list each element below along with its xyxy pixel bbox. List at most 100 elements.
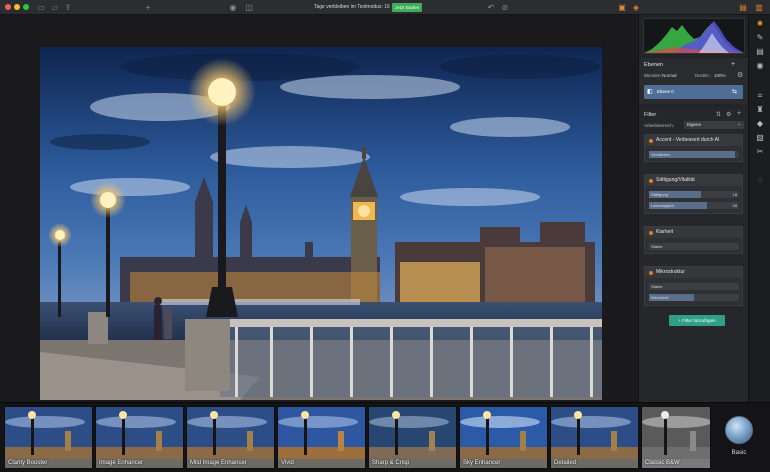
preset-thumbnail[interactable]: Sky Enhancer — [459, 406, 548, 469]
layer-visibility-icon[interactable]: ◧ — [647, 88, 653, 95]
preset-thumbnail[interactable]: Vivid — [277, 406, 366, 469]
slider-label: Lebendigkeit — [651, 203, 674, 208]
slider-label: Verstärken — [651, 152, 671, 157]
canvas-area — [0, 15, 637, 402]
filter-card-saturation[interactable]: Sättigung/Vitalität Sättigung 18 Lebendi… — [644, 174, 743, 214]
workspace-select[interactable]: Eigene ⌄ — [684, 121, 744, 129]
slider-label: Stärke — [651, 284, 663, 289]
image-icon[interactable]: ▣ — [617, 3, 627, 12]
filter-card-title: Mikrostruktur — [656, 269, 685, 275]
share-icon[interactable]: ⇪ — [63, 3, 73, 12]
folder-open-icon[interactable]: ▭ — [36, 3, 46, 12]
preset-thumbnail[interactable]: Clarity Booster — [4, 406, 93, 469]
filter-enabled-indicator[interactable] — [649, 139, 653, 143]
lasso-icon[interactable]: ◌ — [755, 175, 765, 185]
workspace-value: Eigene — [687, 122, 702, 127]
accent-strength-slider[interactable]: Verstärken — [649, 151, 739, 158]
layer-options-icon[interactable]: ⇆ — [732, 88, 737, 95]
eye-icon[interactable]: ◉ — [228, 3, 238, 12]
preset-label: Vivid — [281, 460, 294, 466]
filter-settings-icon[interactable]: ⚙ — [726, 111, 731, 118]
eraser-icon[interactable]: ◆ — [755, 119, 765, 129]
preset-label: Mild Image Enhancer — [190, 460, 247, 466]
window-controls — [5, 4, 29, 10]
microstructure-strength-slider[interactable]: Stärke — [649, 283, 739, 290]
filter-add-icon[interactable]: + — [737, 110, 741, 117]
preset-thumbnail[interactable]: Sharp & Crisp — [368, 406, 457, 469]
add-layer-icon[interactable]: + — [731, 61, 735, 68]
blend-mode-label: Blenden: — [644, 73, 662, 78]
clarity-strength-slider[interactable]: Stärke — [649, 243, 739, 250]
london-night-photo — [40, 47, 602, 400]
preset-thumbnail[interactable]: Image Enhancer — [95, 406, 184, 469]
zoom-in-icon[interactable]: + — [143, 3, 153, 12]
crop-icon[interactable]: ⌗ — [755, 91, 765, 101]
folder-icon[interactable]: ▱ — [50, 3, 60, 12]
chevron-down-icon: ⌄ — [736, 121, 741, 127]
filter-enabled-indicator[interactable] — [649, 179, 653, 183]
basic-preset-icon — [725, 416, 753, 444]
basic-label: Basic — [731, 450, 747, 456]
tool-strip: ✹ ✎ ▤ ◉ ⌗ ♜ ◆ ▨ ✂ ◌ — [748, 15, 770, 402]
histogram — [643, 18, 745, 54]
trial-status-text: Tage verbleiben im Testmodus: 16 — [314, 4, 390, 10]
layers-icon[interactable]: ◈ — [631, 3, 641, 12]
brush-icon[interactable]: ✎ — [755, 33, 765, 43]
opacity-value[interactable]: 100% — [714, 73, 726, 78]
gradient-icon[interactable]: ▤ — [755, 47, 765, 57]
layer-settings-icon[interactable]: ⚙ — [737, 71, 743, 79]
zoom-window-button[interactable] — [23, 4, 29, 10]
filter-enabled-indicator[interactable] — [649, 231, 653, 235]
filter-section: Filter ⇅ ⚙ + Arbeitsbereich: Eigene ⌄ Ac… — [639, 108, 749, 402]
filter-card-title: Sättigung/Vitalität — [656, 177, 695, 183]
buy-now-button[interactable]: Jetzt kaufen — [392, 3, 423, 12]
preset-label: Image Enhancer — [99, 460, 144, 466]
blend-mode-value[interactable]: Normal — [662, 73, 677, 78]
preset-label: Sky Enhancer — [463, 460, 501, 466]
preset-strip: Clarity Booster Image Enhancer Mild Imag… — [0, 402, 770, 472]
filter-card-accent[interactable]: Accent - Verbessert durch AI Verstärken — [644, 134, 743, 162]
sidebar-icon[interactable]: ▥ — [754, 3, 764, 12]
layers-title: Ebenen — [644, 62, 663, 68]
filter-title: Filter — [644, 112, 657, 118]
vibrance-slider[interactable]: Lebendigkeit 28 — [649, 202, 739, 209]
luminosity-icon[interactable]: ✂ — [755, 147, 765, 157]
close-window-button[interactable] — [5, 4, 11, 10]
right-panel: Ebenen + Blenden: Normal Deckkr.: 100% ⚙… — [638, 15, 749, 402]
preset-thumbnail[interactable]: Mild Image Enhancer — [186, 406, 275, 469]
layer-row[interactable]: ◧ Ebene 0 ⇆ — [644, 85, 743, 99]
filter-card-title: Accent - Verbessert durch AI — [656, 137, 720, 143]
slider-label: Weichheit — [651, 295, 669, 300]
edited-photo[interactable] — [40, 47, 602, 400]
filter-enabled-indicator[interactable] — [649, 271, 653, 275]
slider-value: 28 — [732, 203, 737, 208]
preset-thumbnail[interactable]: Detailed — [550, 406, 639, 469]
filter-card-title: Klarheit — [656, 229, 673, 235]
microstructure-softness-slider[interactable]: Weichheit — [649, 294, 739, 301]
filter-card-clarity[interactable]: Klarheit Stärke — [644, 226, 743, 254]
slider-label: Sättigung — [651, 192, 668, 197]
preset-label: Classic B&W — [645, 460, 680, 466]
layers-section: Ebenen + Blenden: Normal Deckkr.: 100% ⚙… — [639, 58, 749, 104]
preset-label: Detailed — [554, 460, 577, 466]
undo-icon[interactable]: ↶ — [486, 3, 496, 12]
radial-icon[interactable]: ◉ — [755, 61, 765, 71]
slider-label: Stärke — [651, 244, 663, 249]
history-icon[interactable]: ⊘ — [500, 3, 510, 12]
add-filter-button[interactable]: + Filter hinzufügen — [669, 315, 725, 326]
panel-toggle-icon[interactable]: ▤ — [738, 3, 748, 12]
saturation-slider[interactable]: Sättigung 18 — [649, 191, 739, 198]
transform-icon[interactable]: ▨ — [755, 133, 765, 143]
clone-stamp-icon[interactable]: ♜ — [755, 105, 765, 115]
basic-presets-button[interactable]: Basic — [714, 406, 764, 469]
filter-card-microstructure[interactable]: Mikrostruktur Stärke Weichheit — [644, 266, 743, 306]
layer-name: Ebene 0 — [657, 89, 674, 94]
preset-thumbnail[interactable]: Classic B&W — [641, 406, 711, 469]
compare-icon[interactable]: ◫ — [244, 3, 254, 12]
minimize-window-button[interactable] — [14, 4, 20, 10]
accent-icon[interactable]: ✹ — [755, 19, 765, 29]
preset-label: Sharp & Crisp — [372, 460, 410, 466]
preset-label: Clarity Booster — [8, 460, 48, 466]
title-bar: ▭ ▱ ⇪ + ◉ ◫ Tage verbleiben im Testmodus… — [0, 0, 770, 15]
filter-list-icon[interactable]: ⇅ — [716, 111, 721, 118]
